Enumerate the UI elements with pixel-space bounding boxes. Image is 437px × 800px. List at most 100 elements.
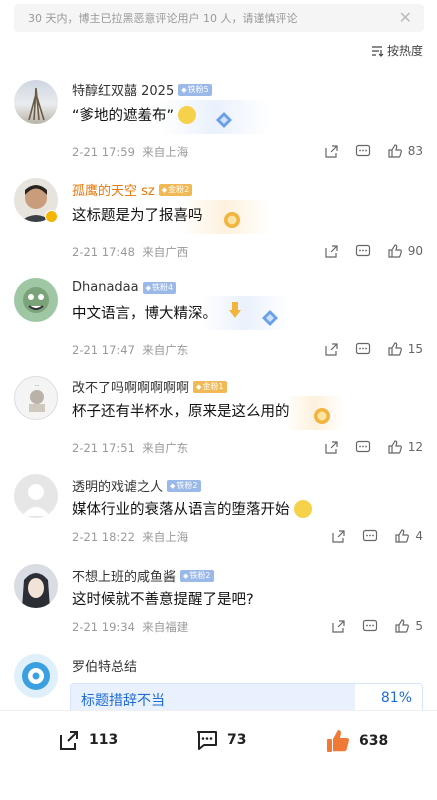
username[interactable]: 透明的戏谑之人	[72, 476, 163, 495]
comment-meta: 2-21 17:59 来自上海	[72, 144, 188, 160]
comment-item: 透明的戏谑之人 ◆ 铁粉2 媒体行业的衰落从语言的堕落开始 2-21 18:22 …	[0, 466, 437, 561]
like-button[interactable]: 5	[394, 618, 423, 634]
bottom-action-bar: 113 73 638	[0, 710, 437, 800]
sort-icon	[371, 45, 384, 57]
comment-bottom-button[interactable]: 73	[195, 728, 246, 752]
close-icon[interactable]: ✕	[399, 9, 412, 27]
like-count: 83	[407, 144, 423, 158]
comment-meta: 2-21 17:51 来自广东	[72, 440, 188, 456]
robot-avatar-icon	[22, 662, 50, 690]
comment-meta: 2-21 17:47 来自广东	[72, 342, 188, 358]
comment-text: 杯子还有半杯水，原来是这么用的	[72, 404, 290, 420]
fan-badge: ◆ 铁粉2	[180, 569, 214, 582]
poll-option[interactable]: 标题措辞不当 81%	[70, 683, 423, 713]
comment-date: 2-21 19:34	[72, 620, 135, 634]
share-icon	[332, 620, 345, 633]
share-button[interactable]	[323, 439, 339, 455]
default-avatar-icon	[22, 484, 50, 516]
comment-actions: 15	[323, 341, 423, 357]
comment-item: 不想上班的咸鱼酱 ◆ 铁粉2 这时候就不善意提醒了是吧? 2-21 19:34 来…	[0, 556, 437, 651]
username-row[interactable]: 改不了吗啊啊啊啊啊 ◆ 金粉1	[72, 377, 227, 396]
like-count: 4	[415, 529, 423, 543]
sort-by-hot-button[interactable]: 按热度	[370, 42, 423, 59]
username[interactable]: 改不了吗啊啊啊啊啊	[72, 377, 189, 396]
comment-actions: 83	[323, 143, 423, 159]
avatar-image	[22, 573, 50, 608]
sort-label: 按热度	[386, 44, 423, 58]
username-row[interactable]: 特醇红双囍 2025 ◆ 铁粉5	[72, 80, 212, 99]
comment-date: 2-21 17:51	[72, 441, 135, 455]
avatar-image: ···	[29, 383, 45, 412]
comment-icon	[355, 440, 370, 453]
comment-item: ··· 改不了吗啊啊啊啊啊 ◆ 金粉1 杯子还有半杯水，原来是这么用的 2-21 …	[0, 368, 437, 463]
like-button[interactable]: 4	[394, 528, 423, 544]
share-count: 113	[89, 732, 119, 748]
like-count: 638	[359, 733, 389, 749]
share-bottom-button[interactable]: 113	[57, 728, 118, 752]
reply-button[interactable]	[362, 528, 378, 544]
fan-badge: ◆ 铁粉5	[178, 83, 212, 96]
share-icon	[60, 731, 78, 750]
username-row[interactable]: Dhanadaa ◆ 铁粉4	[72, 280, 177, 295]
coin-icon	[224, 212, 240, 228]
avatar[interactable]	[14, 278, 58, 322]
comment-text: 这时候就不善意提醒了是吧?	[72, 592, 254, 608]
like-button[interactable]: 90	[387, 243, 423, 259]
reply-button[interactable]	[355, 143, 371, 159]
reply-button[interactable]	[355, 341, 371, 357]
username[interactable]: 罗伯特总结	[72, 656, 137, 675]
avatar[interactable]	[14, 80, 58, 124]
comment-date: 2-21 17:48	[72, 245, 135, 259]
share-button[interactable]	[323, 143, 339, 159]
fan-badge: ◆ 金粉2	[158, 183, 193, 196]
like-count: 12	[407, 440, 423, 454]
comment-meta: 2-21 18:22 来自上海	[72, 529, 188, 545]
like-count: 90	[407, 244, 423, 258]
like-button[interactable]: 12	[387, 439, 423, 455]
like-button[interactable]: 15	[387, 341, 423, 357]
username-row[interactable]: 透明的戏谑之人 ◆ 铁粉2	[72, 476, 201, 495]
fan-badge: ◆ 铁粉4	[142, 281, 177, 294]
comment-date: 2-21 18:22	[72, 530, 135, 544]
comment-item: Dhanadaa ◆ 铁粉4 中文语言，博大精深。 2-21 17:47 来自广东…	[0, 270, 437, 365]
like-button[interactable]: 83	[387, 143, 423, 159]
comment-actions: 12	[323, 439, 423, 455]
diamond-icon	[262, 310, 278, 326]
reply-button[interactable]	[355, 439, 371, 455]
username[interactable]: Dhanadaa	[72, 280, 139, 295]
share-button[interactable]	[323, 341, 339, 357]
emoji-icon	[293, 499, 312, 518]
username-row[interactable]: 孤鹰的天空 sz ◆ 金粉2	[72, 180, 193, 199]
avatar[interactable]	[14, 654, 58, 698]
verified-badge-icon	[45, 210, 58, 223]
hand-down-icon	[229, 302, 241, 318]
share-icon	[325, 245, 338, 258]
comments-page: 30 天内，博主已拉黑恶意评论用户 10 人，请谨慎评论 ✕ 按热度 特醇红双囍…	[0, 0, 437, 800]
fan-badge: ◆ 金粉1	[193, 380, 227, 393]
reply-button[interactable]	[355, 243, 371, 259]
thumbs-up-icon	[395, 619, 410, 633]
comment-text: “爹地的遮羞布”	[72, 104, 197, 125]
share-icon	[332, 530, 345, 543]
username-row[interactable]: 不想上班的咸鱼酱 ◆ 铁粉2	[72, 566, 214, 585]
share-button[interactable]	[323, 243, 339, 259]
thumbs-up-icon	[388, 144, 402, 158]
username[interactable]: 特醇红双囍 2025	[72, 80, 174, 99]
username[interactable]: 孤鹰的天空 sz	[72, 180, 155, 199]
username[interactable]: 不想上班的咸鱼酱	[72, 566, 176, 585]
avatar-image	[28, 87, 45, 121]
share-icon	[325, 441, 338, 454]
share-button[interactable]	[330, 618, 346, 634]
username-row[interactable]: 罗伯特总结	[72, 656, 137, 675]
avatar[interactable]	[14, 564, 58, 608]
avatar[interactable]: ···	[14, 376, 58, 420]
like-bottom-button[interactable]: 638	[325, 728, 388, 754]
comment-icon	[363, 619, 378, 632]
share-icon	[325, 145, 338, 158]
poll-percent: 81%	[380, 690, 412, 706]
avatar[interactable]	[14, 474, 58, 518]
thumbs-up-icon	[388, 244, 402, 258]
reply-button[interactable]	[362, 618, 378, 634]
thumbs-up-icon	[388, 342, 402, 356]
share-button[interactable]	[330, 528, 346, 544]
